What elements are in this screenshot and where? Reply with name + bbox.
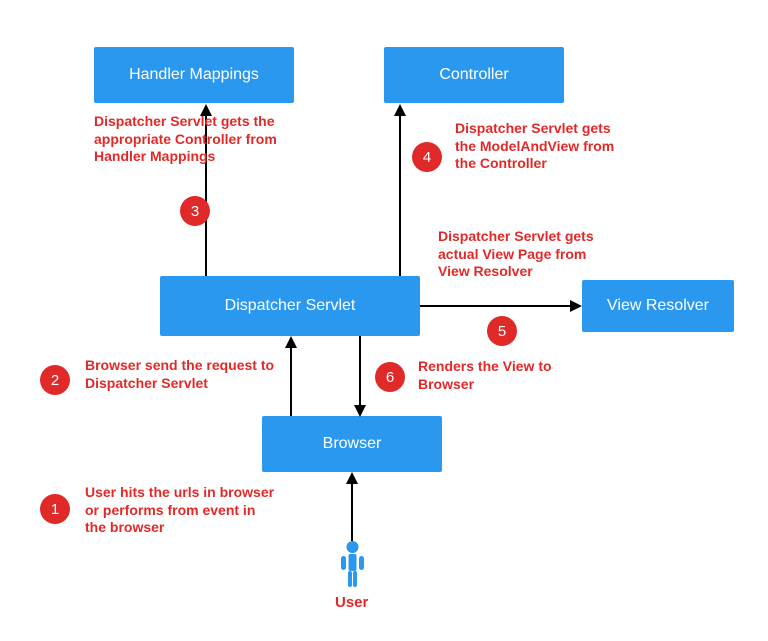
arrow-dispatcher-to-viewresolver bbox=[420, 305, 570, 307]
step-badge-3: 3 bbox=[180, 196, 210, 226]
step-text-2: Browser send the request to Dispatcher S… bbox=[85, 357, 280, 392]
arrow-head-5 bbox=[570, 300, 582, 312]
step-text-3: Dispatcher Servlet gets the appropriate … bbox=[94, 113, 284, 166]
arrow-browser-to-dispatcher bbox=[290, 347, 292, 416]
arrow-dispatcher-to-controller bbox=[399, 115, 401, 276]
step-badge-4: 4 bbox=[412, 142, 442, 172]
step-text-5: Dispatcher Servlet gets actual View Page… bbox=[438, 228, 618, 281]
box-dispatcher-servlet: Dispatcher Servlet bbox=[160, 276, 420, 336]
step-text-1: User hits the urls in browser or perform… bbox=[85, 484, 280, 537]
arrow-head-4 bbox=[394, 104, 406, 116]
arrow-head-2 bbox=[285, 336, 297, 348]
step-badge-2: 2 bbox=[40, 365, 70, 395]
step-badge-6: 6 bbox=[375, 362, 405, 392]
box-view-resolver: View Resolver bbox=[582, 280, 734, 332]
arrow-user-to-browser bbox=[351, 483, 353, 541]
step-text-6: Renders the View to Browser bbox=[418, 358, 578, 393]
box-handler-mappings: Handler Mappings bbox=[94, 47, 294, 103]
step-text-4: Dispatcher Servlet gets the ModelAndView… bbox=[455, 120, 630, 173]
arrow-dispatcher-to-browser bbox=[359, 336, 361, 405]
arrow-head-6 bbox=[354, 405, 366, 417]
step-badge-5: 5 bbox=[487, 316, 517, 346]
arrow-head-1 bbox=[346, 472, 358, 484]
box-controller: Controller bbox=[384, 47, 564, 103]
step-badge-1: 1 bbox=[40, 494, 70, 524]
user-icon bbox=[336, 540, 369, 595]
user-label: User bbox=[335, 594, 368, 611]
box-browser: Browser bbox=[262, 416, 442, 472]
